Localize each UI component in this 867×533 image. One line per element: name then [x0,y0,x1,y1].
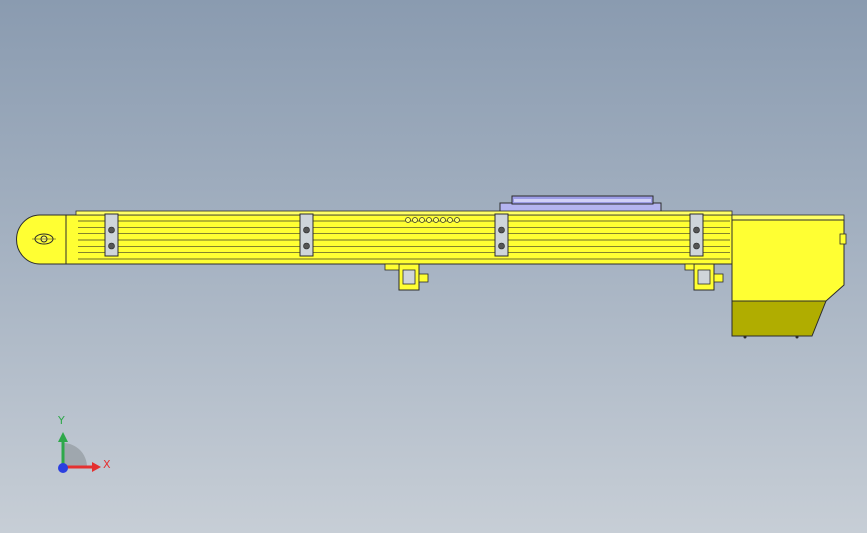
fastener [419,217,425,223]
fastener [440,217,446,223]
fastener [433,217,439,223]
bolt-icon [303,226,310,234]
fastener [426,217,432,223]
motor-housing[interactable] [731,214,847,339]
bolt-icon [303,242,310,250]
right-foot[interactable] [684,263,724,291]
x-axis-label: X [103,458,111,471]
bolt-icon [108,242,115,250]
coordinate-triad[interactable] [58,432,101,473]
cad-viewport[interactable]: Y X [0,0,867,533]
conveyor-body[interactable] [16,210,733,265]
bolt-icon [498,226,505,234]
bracket[interactable] [299,213,314,257]
conveyor-model[interactable] [0,0,867,533]
bracket[interactable] [689,213,704,257]
bolt-icon [498,242,505,250]
left-foot[interactable] [384,263,429,291]
fastener [454,217,460,223]
bolt-icon [108,226,115,234]
fastener [447,217,453,223]
fastener [412,217,418,223]
fastener [405,217,411,223]
bolt-icon [693,242,700,250]
bolt-icon [693,226,700,234]
y-axis-label: Y [58,414,65,427]
bracket[interactable] [104,213,119,257]
bracket[interactable] [494,213,509,257]
